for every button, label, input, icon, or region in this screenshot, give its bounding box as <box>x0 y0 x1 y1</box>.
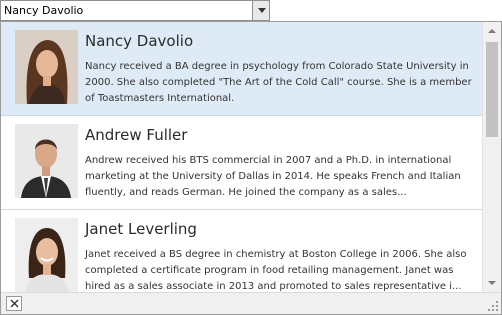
chevron-down-icon <box>258 8 266 13</box>
employee-notes: Janet received a BS degree in chemistry … <box>85 249 467 292</box>
employee-notes: Andrew received his BTS commercial in 20… <box>85 155 461 198</box>
employee-combo-box[interactable]: Nancy Davolio <box>0 0 270 21</box>
arrow-up-icon <box>488 29 496 33</box>
employee-name: Nancy Davolio <box>85 32 194 50</box>
dropdown-button[interactable] <box>252 1 269 20</box>
list-item-andrew-fuller[interactable]: Andrew Fuller Andrew received his BTS co… <box>1 116 482 210</box>
scroll-down-button[interactable] <box>483 275 501 292</box>
scroll-thumb[interactable] <box>486 42 498 137</box>
popup-footer <box>1 292 501 314</box>
employee-photo <box>15 218 78 292</box>
combo-value[interactable]: Nancy Davolio <box>4 1 83 20</box>
vertical-scrollbar[interactable] <box>482 22 501 292</box>
employee-notes: Nancy received a BA degree in psychology… <box>85 61 472 104</box>
dropdown-popup: Nancy Davolio Nancy received a BA degree… <box>0 21 502 315</box>
employee-name: Janet Leverling <box>85 220 197 238</box>
arrow-down-icon <box>488 281 496 285</box>
employee-photo <box>15 124 78 198</box>
close-icon <box>10 299 19 308</box>
list-item-nancy-davolio[interactable]: Nancy Davolio Nancy received a BA degree… <box>1 22 482 116</box>
list-item-janet-leverling[interactable]: Janet Leverling Janet received a BS degr… <box>1 210 482 292</box>
resize-grip-icon[interactable] <box>488 301 498 311</box>
employee-list: Nancy Davolio Nancy received a BA degree… <box>1 22 482 292</box>
scroll-up-button[interactable] <box>483 22 501 39</box>
close-button[interactable] <box>6 296 22 311</box>
employee-photo <box>15 30 78 104</box>
employee-name: Andrew Fuller <box>85 126 188 144</box>
